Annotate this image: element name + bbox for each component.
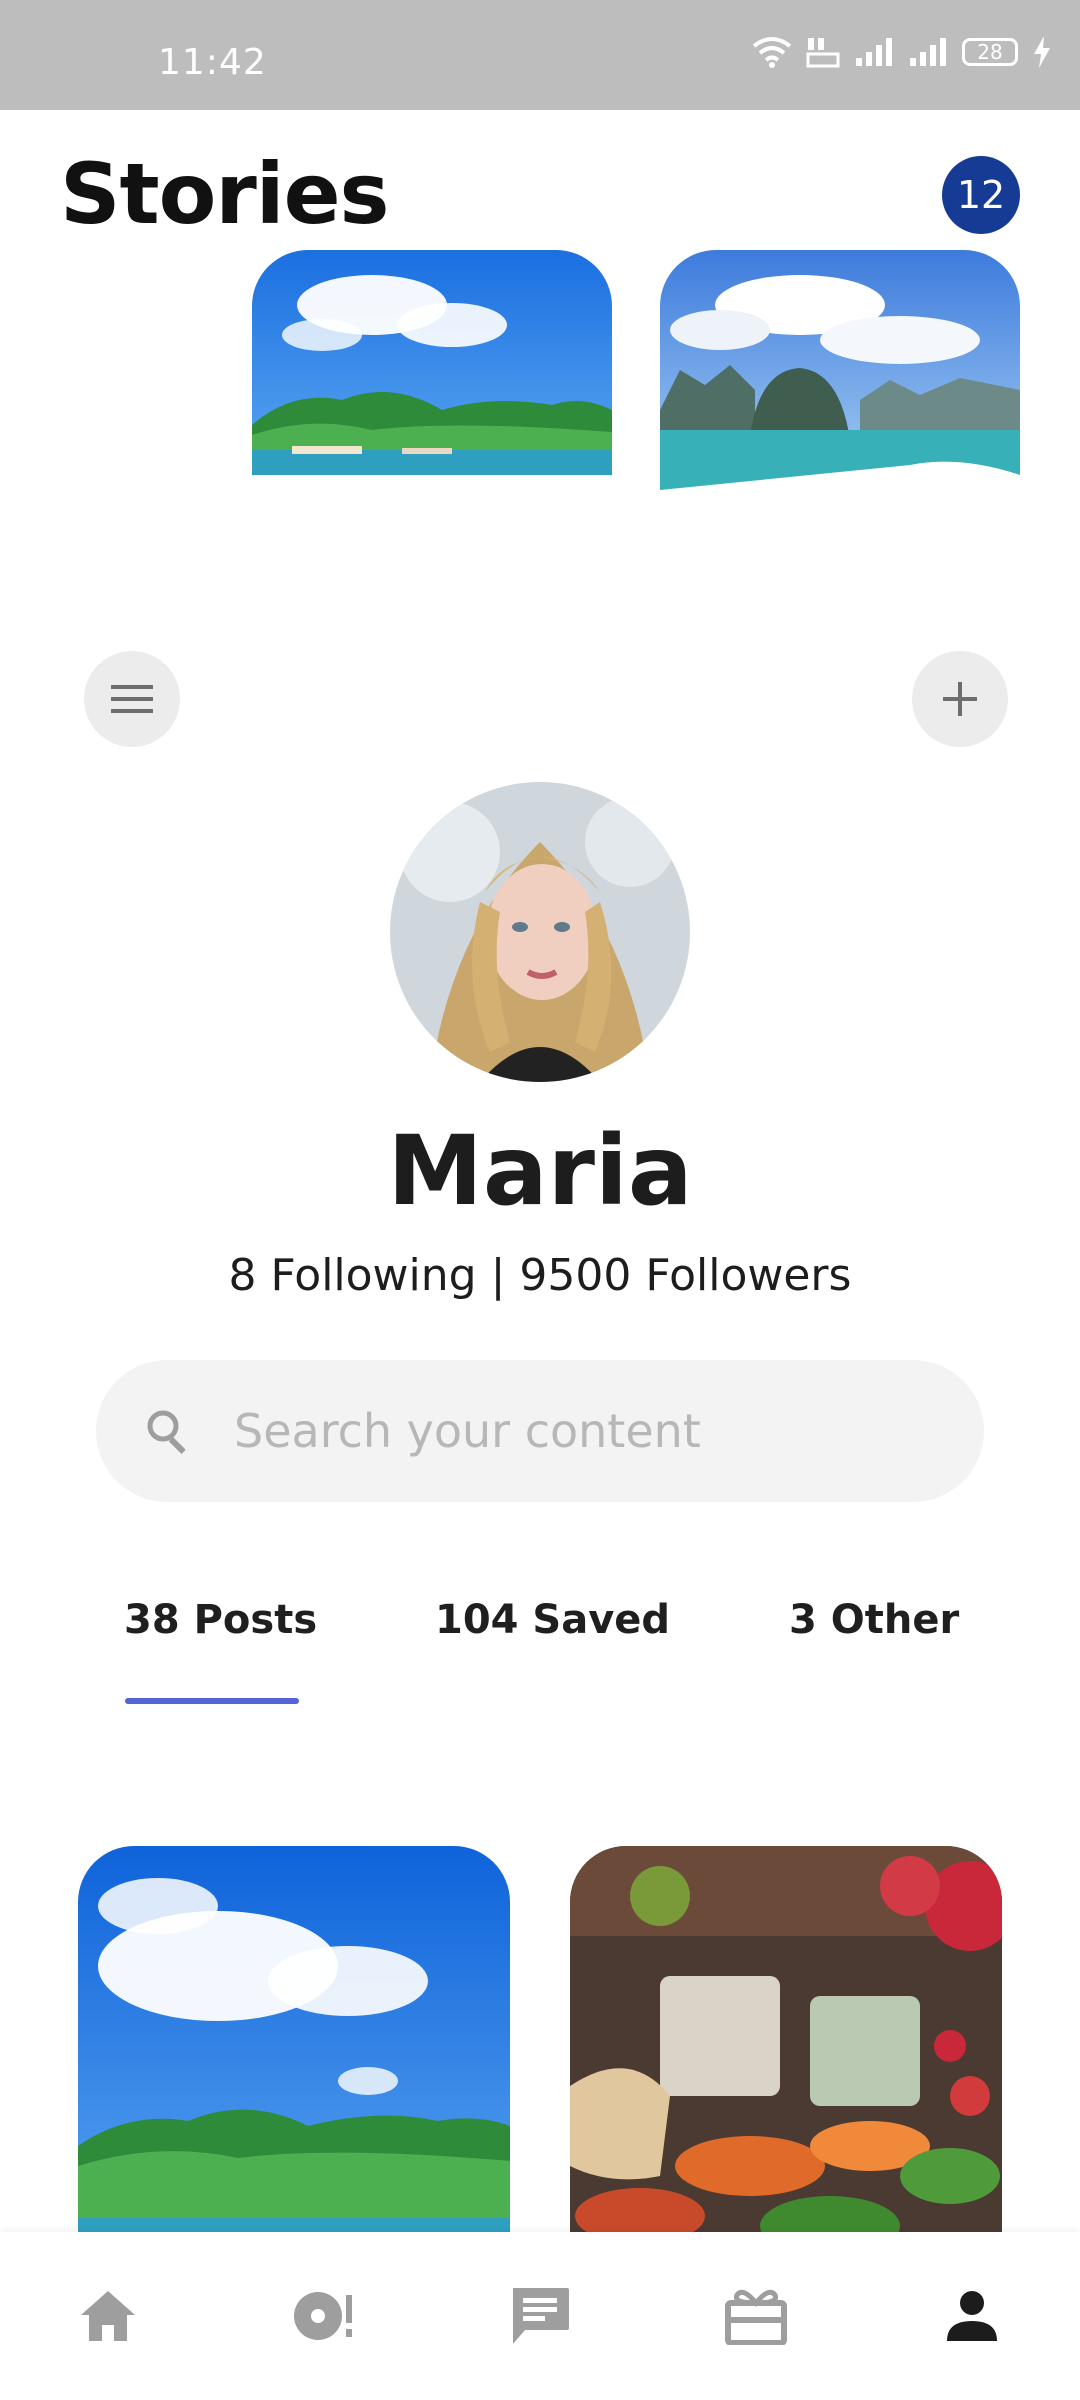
wifi-icon <box>752 37 792 68</box>
signal-icon <box>910 38 946 66</box>
nav-explore[interactable] <box>284 2276 364 2356</box>
status-icons: 28 <box>752 36 1052 68</box>
nav-profile[interactable] <box>932 2276 1012 2356</box>
chat-icon <box>513 2288 569 2344</box>
battery-icon: 28 <box>962 38 1018 66</box>
status-time: 11:42 <box>158 42 267 83</box>
volte-icon <box>806 38 840 68</box>
gift-icon <box>725 2289 787 2345</box>
notification-badge[interactable]: 12 <box>942 156 1020 234</box>
tab-other[interactable]: 3 Other <box>789 1597 959 1643</box>
search-bar[interactable] <box>96 1360 984 1502</box>
charging-icon <box>1034 36 1050 68</box>
profile-icon <box>947 2291 997 2341</box>
follow-stats: 8 Following | 9500 Followers <box>228 1250 852 1301</box>
search-input[interactable] <box>232 1403 886 1459</box>
post-card[interactable] <box>78 1846 510 2246</box>
add-button[interactable] <box>912 651 1008 747</box>
avatar[interactable] <box>390 782 690 1082</box>
nav-home[interactable] <box>68 2276 148 2356</box>
home-icon <box>81 2291 135 2341</box>
tab-saved[interactable]: 104 Saved <box>435 1597 670 1643</box>
signal-icon <box>856 38 892 66</box>
profile-name: Maria <box>387 1115 693 1227</box>
menu-button[interactable] <box>84 651 180 747</box>
vegetable-market-image <box>570 1846 1002 2246</box>
story-card[interactable] <box>660 250 1020 490</box>
bay-karst-landscape-image <box>660 250 1020 490</box>
nav-chat[interactable] <box>500 2276 580 2356</box>
post-card[interactable] <box>570 1846 1002 2246</box>
search-icon <box>147 1410 186 1454</box>
active-tab-indicator <box>125 1698 299 1704</box>
menu-icon <box>111 685 153 713</box>
explore-icon <box>294 2292 352 2340</box>
plus-icon <box>943 682 977 716</box>
story-card[interactable] <box>252 250 612 475</box>
page-title: Stories <box>60 145 390 243</box>
nav-gift[interactable] <box>716 2276 796 2356</box>
battery-level: 28 <box>977 40 1003 64</box>
island-landscape-image <box>252 250 612 475</box>
island-landscape-image <box>78 1846 510 2246</box>
tab-posts[interactable]: 38 Posts <box>124 1597 317 1643</box>
profile-photo <box>390 782 690 1082</box>
